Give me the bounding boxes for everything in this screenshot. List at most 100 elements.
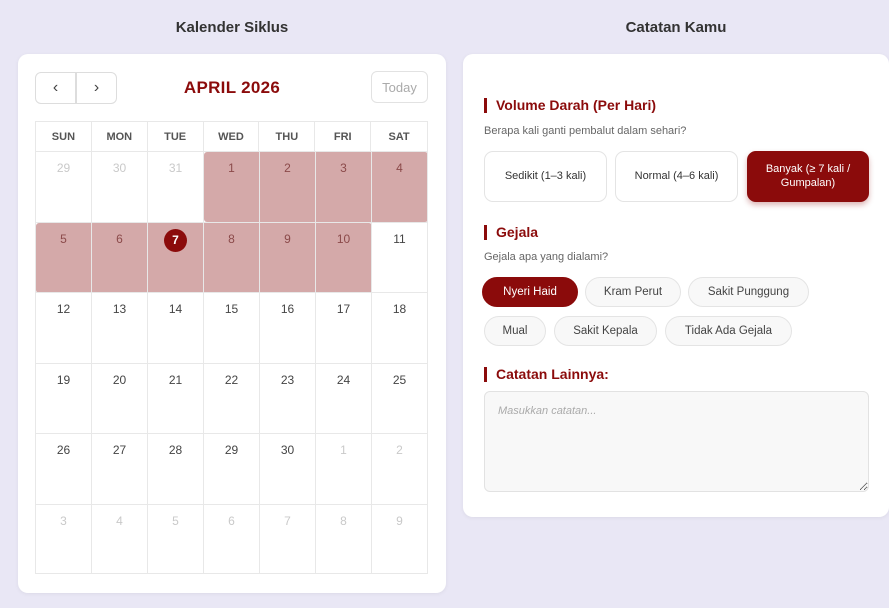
- calendar-day-cell[interactable]: 22: [204, 363, 260, 433]
- day-number: 4: [116, 513, 123, 528]
- calendar-day-cell[interactable]: 7: [148, 222, 204, 292]
- calendar-day-cell[interactable]: 5: [148, 504, 204, 573]
- calendar-day-cell[interactable]: 28: [148, 434, 204, 504]
- day-number: 8: [228, 231, 235, 246]
- day-number: 30: [280, 443, 295, 457]
- day-number: 19: [56, 372, 71, 387]
- day-number: 1: [340, 443, 347, 457]
- other-notes-heading: Catatan Lainnya:: [484, 366, 609, 382]
- day-number: 18: [392, 302, 407, 316]
- day-number: 26: [56, 443, 71, 457]
- calendar-grid: SUN MON TUE WED THU FRI SAT 29 30 31 1 2 3 4 5 6…: [35, 121, 428, 574]
- calendar-day-cell[interactable]: 4: [92, 504, 148, 573]
- symptom-chip-no-symptoms[interactable]: Tidak Ada Gejala: [665, 316, 792, 346]
- calendar-day-cell[interactable]: 8: [204, 222, 260, 292]
- day-number: 24: [336, 372, 351, 387]
- symptoms-heading: Gejala: [484, 224, 538, 240]
- calendar-day-cell[interactable]: 8: [316, 504, 372, 573]
- calendar-day-cell[interactable]: 14: [148, 293, 204, 363]
- calendar-day-cell[interactable]: 13: [92, 293, 148, 363]
- calendar-day-cell[interactable]: 2: [372, 434, 428, 504]
- calendar-day-cell[interactable]: 12: [36, 293, 92, 363]
- symptom-chip-cramps[interactable]: Kram Perut: [585, 277, 681, 307]
- calendar-day-cell[interactable]: 5: [36, 222, 92, 292]
- symptom-chip-nausea[interactable]: Mual: [484, 316, 546, 346]
- notes-card: Volume Darah (Per Hari) Berapa kali gant…: [463, 54, 889, 517]
- calendar-day-cell[interactable]: 4: [372, 152, 428, 222]
- calendar-day-cell[interactable]: 6: [204, 504, 260, 573]
- calendar-day-cell[interactable]: 29: [204, 434, 260, 504]
- volume-option-light[interactable]: Sedikit (1–3 kali): [484, 151, 607, 202]
- day-number: 4: [396, 161, 403, 175]
- day-number: 1: [228, 161, 235, 175]
- day-number: 7: [284, 513, 291, 528]
- calendar-day-cell[interactable]: 30: [260, 434, 316, 504]
- symptom-chip-back-pain[interactable]: Sakit Punggung: [688, 277, 809, 307]
- day-number: 6: [116, 231, 123, 246]
- calendar-week-row: 29 30 31 1 2 3 4: [35, 151, 428, 222]
- today-button[interactable]: Today: [371, 71, 428, 103]
- day-number: 31: [168, 161, 183, 175]
- calendar-day-cell[interactable]: 1: [204, 152, 260, 222]
- calendar-day-cell[interactable]: 31: [148, 152, 204, 222]
- calendar-day-cell[interactable]: 11: [372, 222, 428, 292]
- calendar-day-cell[interactable]: 16: [260, 293, 316, 363]
- calendar-day-cell[interactable]: 29: [36, 152, 92, 222]
- calendar-day-cell[interactable]: 9: [260, 222, 316, 292]
- blood-volume-heading: Volume Darah (Per Hari): [484, 97, 656, 113]
- calendar-day-cell[interactable]: 3: [36, 504, 92, 573]
- calendar-day-cell[interactable]: 21: [148, 363, 204, 433]
- day-number: 29: [56, 161, 71, 175]
- calendar-day-cell[interactable]: 17: [316, 293, 372, 363]
- calendar-day-cell[interactable]: 1: [316, 434, 372, 504]
- today-marker: 7: [164, 228, 187, 252]
- weekday-label: THU: [259, 122, 316, 151]
- calendar-weeks: 29 30 31 1 2 3 4 5 6 7 8 9 10 11 12 13 14 15 16 17 18 19 20 21 2…: [35, 151, 428, 574]
- volume-option-heavy[interactable]: Banyak (≥ 7 kali / Gumpalan): [747, 151, 869, 202]
- calendar-day-cell[interactable]: 26: [36, 434, 92, 504]
- calendar-day-cell[interactable]: 3: [316, 152, 372, 222]
- symptom-chip-headache[interactable]: Sakit Kepala: [554, 316, 657, 346]
- symptoms-question: Gejala apa yang dialami?: [484, 251, 609, 263]
- calendar-day-cell[interactable]: 24: [316, 363, 372, 433]
- day-number: 16: [280, 302, 295, 316]
- calendar-section-title: Kalender Siklus: [175, 19, 289, 36]
- calendar-day-cell[interactable]: 25: [372, 363, 428, 433]
- weekday-label: FRI: [315, 122, 372, 151]
- day-number: 2: [284, 161, 291, 175]
- day-number: 14: [168, 302, 183, 316]
- day-number: 22: [224, 372, 239, 387]
- calendar-week-row: 12 13 14 15 16 17 18: [35, 292, 428, 363]
- day-number: 6: [228, 513, 235, 528]
- calendar-day-cell[interactable]: 23: [260, 363, 316, 433]
- calendar-day-cell[interactable]: 15: [204, 293, 260, 363]
- symptom-chip-menstrual-pain[interactable]: Nyeri Haid: [482, 277, 578, 307]
- day-number: 30: [112, 161, 127, 175]
- day-number: 27: [112, 443, 127, 457]
- day-number: 20: [112, 372, 127, 387]
- calendar-day-cell[interactable]: 18: [372, 293, 428, 363]
- calendar-day-cell[interactable]: 20: [92, 363, 148, 433]
- weekday-label: SAT: [388, 130, 410, 143]
- calendar-day-cell[interactable]: 2: [260, 152, 316, 222]
- day-number: 28: [168, 443, 183, 457]
- day-number: 17: [336, 302, 351, 316]
- calendar-day-cell[interactable]: 10: [316, 222, 372, 292]
- weekday-label: MON: [92, 122, 148, 151]
- day-number: 10: [336, 231, 351, 246]
- day-number: 13: [112, 302, 127, 316]
- day-number: 29: [224, 443, 239, 457]
- notes-textarea[interactable]: [484, 391, 869, 492]
- calendar-day-cell[interactable]: 19: [36, 363, 92, 433]
- day-number: 11: [393, 231, 406, 246]
- day-number: 5: [172, 513, 179, 528]
- calendar-day-cell[interactable]: 30: [92, 152, 148, 222]
- calendar-day-cell[interactable]: 9: [372, 504, 428, 573]
- day-number: 12: [56, 302, 71, 316]
- calendar-week-row: 5 6 7 8 9 10 11: [35, 221, 428, 293]
- calendar-day-cell[interactable]: 7: [260, 504, 316, 573]
- calendar-day-cell[interactable]: 6: [92, 222, 148, 292]
- volume-option-normal[interactable]: Normal (4–6 kali): [615, 151, 738, 202]
- calendar-day-cell[interactable]: 27: [92, 434, 148, 504]
- day-number: 8: [340, 513, 347, 528]
